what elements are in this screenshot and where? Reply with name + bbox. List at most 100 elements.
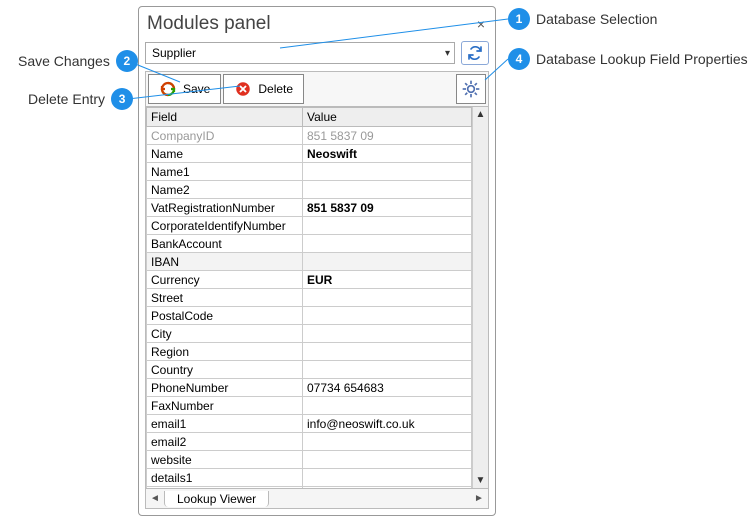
callout-3: 3 Delete Entry bbox=[28, 88, 133, 110]
callout-label: Database Selection bbox=[536, 11, 657, 27]
vertical-scrollbar[interactable]: ▲ ▼ bbox=[472, 107, 488, 488]
table-row[interactable]: CurrencyEUR bbox=[147, 271, 472, 289]
callout-1: 1 Database Selection bbox=[508, 8, 657, 30]
callout-label: Database Lookup Field Properties bbox=[536, 51, 748, 67]
cell-field[interactable]: website bbox=[147, 451, 303, 469]
cell-value[interactable] bbox=[303, 163, 472, 181]
cell-field[interactable]: PhoneNumber bbox=[147, 379, 303, 397]
close-icon[interactable]: × bbox=[475, 16, 487, 32]
scroll-down-icon[interactable]: ▼ bbox=[476, 475, 486, 486]
table-row[interactable]: PhoneNumber07734 654683 bbox=[147, 379, 472, 397]
cell-field[interactable]: VatRegistrationNumber bbox=[147, 199, 303, 217]
cell-value[interactable] bbox=[303, 469, 472, 487]
table-row[interactable]: details2 bbox=[147, 487, 472, 489]
table-row[interactable]: website bbox=[147, 451, 472, 469]
callout-4: 4 Database Lookup Field Properties bbox=[508, 48, 748, 70]
cell-value[interactable]: EUR bbox=[303, 271, 472, 289]
cell-field[interactable]: FaxNumber bbox=[147, 397, 303, 415]
table-row[interactable]: FaxNumber bbox=[147, 397, 472, 415]
tab-lookup-viewer[interactable]: Lookup Viewer bbox=[164, 491, 269, 507]
cell-field[interactable]: PostalCode bbox=[147, 307, 303, 325]
save-button-label: Save bbox=[183, 82, 210, 96]
callout-badge: 2 bbox=[116, 50, 138, 72]
cell-field[interactable]: Name1 bbox=[147, 163, 303, 181]
cell-value[interactable]: info@neoswift.co.uk bbox=[303, 415, 472, 433]
callout-badge: 1 bbox=[508, 8, 530, 30]
cell-value[interactable] bbox=[303, 307, 472, 325]
table-row[interactable]: Country bbox=[147, 361, 472, 379]
cell-field[interactable]: BankAccount bbox=[147, 235, 303, 253]
table-row[interactable]: CorporateIdentifyNumber bbox=[147, 217, 472, 235]
callout-badge: 3 bbox=[111, 88, 133, 110]
property-grid[interactable]: Field Value CompanyID851 5837 09NameNeos… bbox=[146, 107, 472, 488]
table-row[interactable]: CompanyID851 5837 09 bbox=[147, 127, 472, 145]
cell-value[interactable] bbox=[303, 451, 472, 469]
callout-label: Delete Entry bbox=[28, 91, 105, 107]
properties-button[interactable] bbox=[456, 74, 486, 104]
cell-value[interactable] bbox=[303, 433, 472, 451]
save-button[interactable]: Save bbox=[148, 74, 221, 104]
scroll-up-icon[interactable]: ▲ bbox=[476, 109, 486, 120]
table-row[interactable]: email2 bbox=[147, 433, 472, 451]
cell-field[interactable]: details2 bbox=[147, 487, 303, 489]
cell-value[interactable]: 07734 654683 bbox=[303, 379, 472, 397]
callout-2: 2 Save Changes bbox=[18, 50, 138, 72]
cell-field[interactable]: CompanyID bbox=[147, 127, 303, 145]
col-header-value[interactable]: Value bbox=[303, 108, 472, 127]
tab-nav-left-icon[interactable]: ◄ bbox=[146, 493, 164, 504]
gear-icon bbox=[461, 79, 481, 99]
database-select-dropdown[interactable]: Supplier ▾ bbox=[145, 42, 455, 64]
table-row[interactable]: Street bbox=[147, 289, 472, 307]
cell-value[interactable] bbox=[303, 217, 472, 235]
col-header-field[interactable]: Field bbox=[147, 108, 303, 127]
panel-header: Modules panel × bbox=[145, 11, 489, 39]
cell-value[interactable] bbox=[303, 235, 472, 253]
cell-value[interactable] bbox=[303, 181, 472, 199]
property-table: Field Value CompanyID851 5837 09NameNeos… bbox=[146, 107, 472, 488]
cell-field[interactable]: email2 bbox=[147, 433, 303, 451]
cell-field[interactable]: IBAN bbox=[147, 253, 303, 271]
cell-value[interactable] bbox=[303, 487, 472, 489]
table-row[interactable]: IBAN bbox=[147, 253, 472, 271]
cell-value[interactable] bbox=[303, 253, 472, 271]
cell-value[interactable]: Neoswift bbox=[303, 145, 472, 163]
dropdown-row: Supplier ▾ bbox=[145, 39, 489, 71]
cell-field[interactable]: Name bbox=[147, 145, 303, 163]
tab-nav-right-icon[interactable]: ► bbox=[470, 493, 488, 504]
callout-badge: 4 bbox=[508, 48, 530, 70]
table-row[interactable]: details1 bbox=[147, 469, 472, 487]
cell-field[interactable]: Country bbox=[147, 361, 303, 379]
table-row[interactable]: Name2 bbox=[147, 181, 472, 199]
cell-value[interactable] bbox=[303, 325, 472, 343]
chevron-down-icon: ▾ bbox=[445, 48, 450, 59]
refresh-icon bbox=[467, 45, 483, 61]
cell-field[interactable]: email1 bbox=[147, 415, 303, 433]
table-row[interactable]: email1info@neoswift.co.uk bbox=[147, 415, 472, 433]
table-row[interactable]: City bbox=[147, 325, 472, 343]
table-row[interactable]: Region bbox=[147, 343, 472, 361]
grid-wrap: Field Value CompanyID851 5837 09NameNeos… bbox=[145, 107, 489, 489]
delete-button[interactable]: Delete bbox=[223, 74, 304, 104]
delete-icon bbox=[234, 80, 252, 98]
modules-panel: Modules panel × Supplier ▾ Save bbox=[138, 6, 496, 516]
cell-value[interactable]: 851 5837 09 bbox=[303, 199, 472, 217]
table-row[interactable]: VatRegistrationNumber851 5837 09 bbox=[147, 199, 472, 217]
cell-field[interactable]: Currency bbox=[147, 271, 303, 289]
table-row[interactable]: PostalCode bbox=[147, 307, 472, 325]
cell-value[interactable] bbox=[303, 361, 472, 379]
cell-field[interactable]: City bbox=[147, 325, 303, 343]
refresh-button[interactable] bbox=[461, 41, 489, 65]
cell-value[interactable] bbox=[303, 397, 472, 415]
cell-field[interactable]: details1 bbox=[147, 469, 303, 487]
cell-value[interactable] bbox=[303, 343, 472, 361]
cell-field[interactable]: CorporateIdentifyNumber bbox=[147, 217, 303, 235]
table-row[interactable]: BankAccount bbox=[147, 235, 472, 253]
table-row[interactable]: NameNeoswift bbox=[147, 145, 472, 163]
toolbar: Save Delete bbox=[145, 71, 489, 107]
cell-field[interactable]: Street bbox=[147, 289, 303, 307]
cell-value[interactable]: 851 5837 09 bbox=[303, 127, 472, 145]
table-row[interactable]: Name1 bbox=[147, 163, 472, 181]
cell-field[interactable]: Region bbox=[147, 343, 303, 361]
cell-value[interactable] bbox=[303, 289, 472, 307]
cell-field[interactable]: Name2 bbox=[147, 181, 303, 199]
